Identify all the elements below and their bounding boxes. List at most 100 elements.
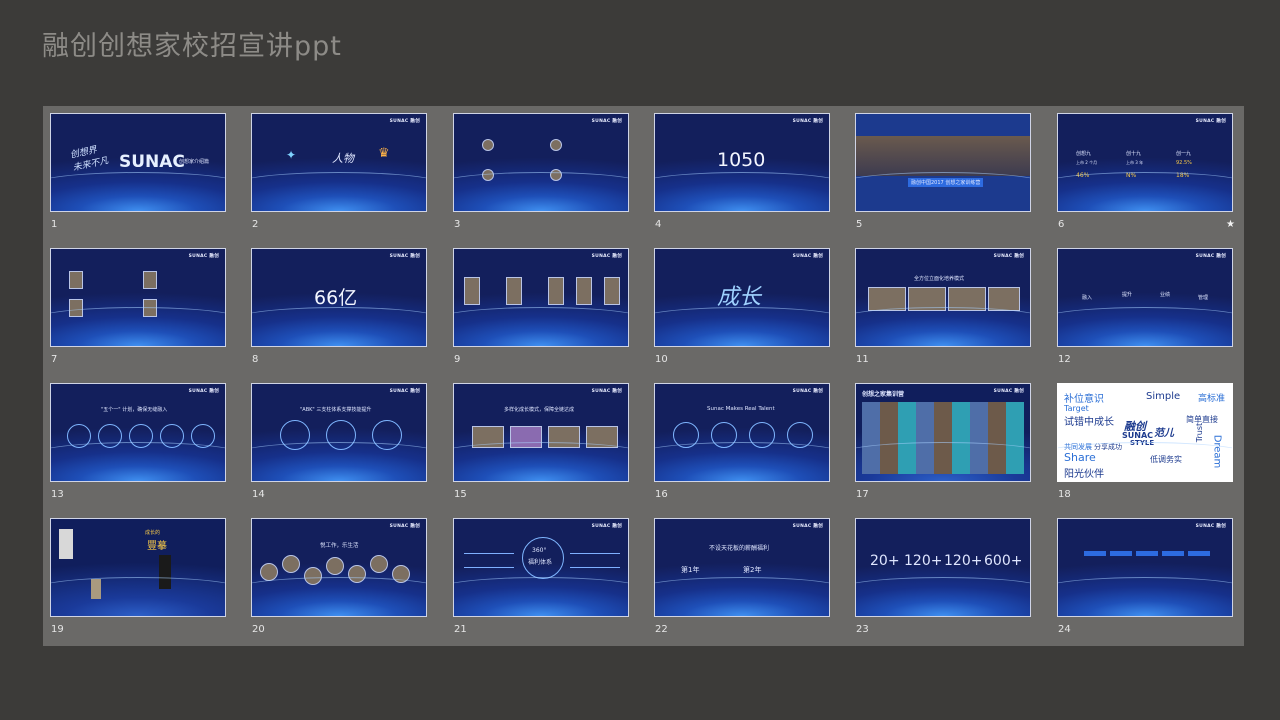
slide-1-logo-big: SUNAC xyxy=(119,152,185,172)
slide-2-icon-left: ✦ xyxy=(286,148,297,162)
slide-thumbnail-14[interactable]: SUNAC 融创 "ABK" 三支柱体系支撑技能提升 xyxy=(251,383,427,482)
word-cloud-word: 补位意识 xyxy=(1064,394,1104,405)
slide-12-step: 提升 xyxy=(1122,292,1133,298)
slide-thumbnail-11[interactable]: SUNAC 融创 全方位立面化培养模式 xyxy=(855,248,1031,347)
slide-21-center-text: 360° xyxy=(532,547,547,554)
slide-logo: SUNAC 融创 xyxy=(591,524,622,529)
slide-thumbnail-17[interactable]: SUNAC 融创 创想之家集训营 xyxy=(855,383,1031,482)
slide-number: 7 xyxy=(51,354,58,365)
slide-thumbnail-19[interactable]: 成长的 豐摹 xyxy=(50,518,226,617)
slide-thumbnail-4[interactable]: SUNAC 融创 1050 xyxy=(654,113,830,212)
slide-thumbnail-15[interactable]: SUNAC 融创 多样化成长模式，保障全链达成 xyxy=(453,383,629,482)
activity-photo xyxy=(348,565,366,583)
slide-thumbnail-7[interactable]: SUNAC 融创 xyxy=(50,248,226,347)
slide-logo: SUNAC 融创 xyxy=(792,254,823,259)
slide-23-stat: 20+ xyxy=(870,553,900,569)
activity-photo xyxy=(548,426,580,448)
slide-16-circle xyxy=(711,422,737,448)
slide-thumbnail-6[interactable]: SUNAC 融创 创想九 创十九 创一九 上市 2 个月 上市 3 年 46% … xyxy=(1057,113,1233,212)
slide-24-box xyxy=(1110,551,1132,556)
slide-2-icon-right: ♛ xyxy=(378,146,390,161)
slide-number: 10 xyxy=(655,354,668,365)
slide-thumbnail-10[interactable]: SUNAC 融创 成长 xyxy=(654,248,830,347)
slide-logo: SUNAC 融创 xyxy=(188,389,219,394)
slide-thumbnail-18[interactable]: 补位意识 Simple 高标准 Target 试错中成长 融创 范儿 SUNAC… xyxy=(1057,383,1233,482)
portrait-photo xyxy=(69,271,83,289)
slide-thumbnail-20[interactable]: SUNAC 融创 悦工作，乐生活 xyxy=(251,518,427,617)
slide-thumbnail-2[interactable]: SUNAC 融创 ✦ 人物 ♛ xyxy=(251,113,427,212)
slide-thumbnail-21[interactable]: SUNAC 融创 360° 福利体系 xyxy=(453,518,629,617)
slide-14-title: "ABK" 三支柱体系支撑技能提升 xyxy=(300,407,372,413)
slide-1-handwriting: 创想界 未来不凡 xyxy=(69,145,110,174)
portrait-photo xyxy=(506,277,522,305)
slide-thumbnail-8[interactable]: SUNAC 融创 66亿 xyxy=(251,248,427,347)
slide-number: 18 xyxy=(1058,489,1071,500)
slide-logo: SUNAC 融创 xyxy=(792,389,823,394)
slide-thumbnail-9[interactable]: SUNAC 融创 xyxy=(453,248,629,347)
slide-thumbnail-12[interactable]: SUNAC 融创 融入 提升 业绩 管理 xyxy=(1057,248,1233,347)
activity-photo xyxy=(472,426,504,448)
slide-thumbnail-16[interactable]: SUNAC 融创 Sunac Makes Real Talent xyxy=(654,383,830,482)
slide-number: 19 xyxy=(51,624,64,635)
slide-16-circle xyxy=(673,422,699,448)
slide-number: 17 xyxy=(856,489,869,500)
slide-thumbnail-24[interactable]: SUNAC 融创 xyxy=(1057,518,1233,617)
slide-logo: SUNAC 融创 xyxy=(993,389,1024,394)
word-cloud-word: STYLE xyxy=(1130,439,1155,447)
slide-number: 12 xyxy=(1058,354,1071,365)
slide-thumbnail-13[interactable]: SUNAC 融创 "五个一" 计划，确保无缝融入 xyxy=(50,383,226,482)
slide-4-value: 1050 xyxy=(717,149,766,171)
word-cloud-word: 高标准 xyxy=(1198,394,1226,404)
portrait-photo xyxy=(464,277,480,305)
slide-logo: SUNAC 融创 xyxy=(188,254,219,259)
slide-thumbnail-5[interactable]: 融创中国2017 创想之家训练营 xyxy=(855,113,1031,212)
slide-19-text: 成长的 xyxy=(145,530,161,536)
slide-16-title: Sunac Makes Real Talent xyxy=(707,406,775,412)
slide-23-stat: 120+ xyxy=(944,553,983,569)
slide-logo: SUNAC 融创 xyxy=(389,389,420,394)
slide-2-center-mark: 人物 xyxy=(332,152,354,165)
slide-1-caption: 创想家介绍篇 xyxy=(179,159,210,165)
slide-thumbnail-1[interactable]: 创想界 未来不凡 SUNAC 创想家介绍篇 xyxy=(50,113,226,212)
slide-number: 20 xyxy=(252,624,265,635)
slide-21-line xyxy=(570,553,620,554)
slide-13-circle xyxy=(191,424,215,448)
activity-photo xyxy=(392,565,410,583)
slide-8-value: 66亿 xyxy=(314,287,358,309)
slide-16-circle xyxy=(749,422,775,448)
slide-number: 11 xyxy=(856,354,869,365)
slide-22-item: 第1年 xyxy=(681,566,700,574)
slide-6-stat: 上市 3 年 xyxy=(1126,160,1144,165)
slide-11-title: 全方位立面化培养模式 xyxy=(914,276,965,282)
training-photo xyxy=(988,287,1020,311)
portrait-photo xyxy=(604,277,620,305)
slide-thumbnail-22[interactable]: SUNAC 融创 不设天花板的薪酬福利 第1年 第2年 xyxy=(654,518,830,617)
activity-photo xyxy=(586,426,618,448)
slide-logo: SUNAC 融创 xyxy=(389,119,420,124)
slide-thumbnail-23[interactable]: 20+ 120+ 120+ 600+ xyxy=(855,518,1031,617)
slide-number: 13 xyxy=(51,489,64,500)
slide-13-title: "五个一" 计划，确保无缝融入 xyxy=(101,407,168,413)
portrait-photo xyxy=(69,299,83,317)
slide-transition-star-icon[interactable]: ★ xyxy=(1226,219,1235,230)
slide-number: 14 xyxy=(252,489,265,500)
slide-21-line xyxy=(464,553,514,554)
word-cloud-word: 阳光伙伴 xyxy=(1064,469,1104,480)
slide-logo: SUNAC 融创 xyxy=(389,254,420,259)
slide-22-item: 第2年 xyxy=(743,566,762,574)
slide-6-heading: 创十九 xyxy=(1126,151,1142,157)
slide-6-stat: 18% xyxy=(1176,172,1190,179)
slide-24-box xyxy=(1084,551,1106,556)
avatar xyxy=(550,169,562,181)
group-photo xyxy=(856,136,1030,176)
slide-13-circle xyxy=(129,424,153,448)
slide-logo: SUNAC 融创 xyxy=(792,119,823,124)
slide-logo: SUNAC 融创 xyxy=(1195,254,1226,259)
slide-12-step: 管理 xyxy=(1198,295,1209,301)
portrait-photo xyxy=(548,277,564,305)
page-title: 融创创想家校招宣讲ppt xyxy=(42,31,342,62)
slide-6-stat: 上市 2 个月 xyxy=(1076,160,1098,165)
slide-thumbnail-3[interactable]: SUNAC 融创 xyxy=(453,113,629,212)
portrait-photo xyxy=(143,299,157,317)
slide-14-circle xyxy=(280,420,310,450)
